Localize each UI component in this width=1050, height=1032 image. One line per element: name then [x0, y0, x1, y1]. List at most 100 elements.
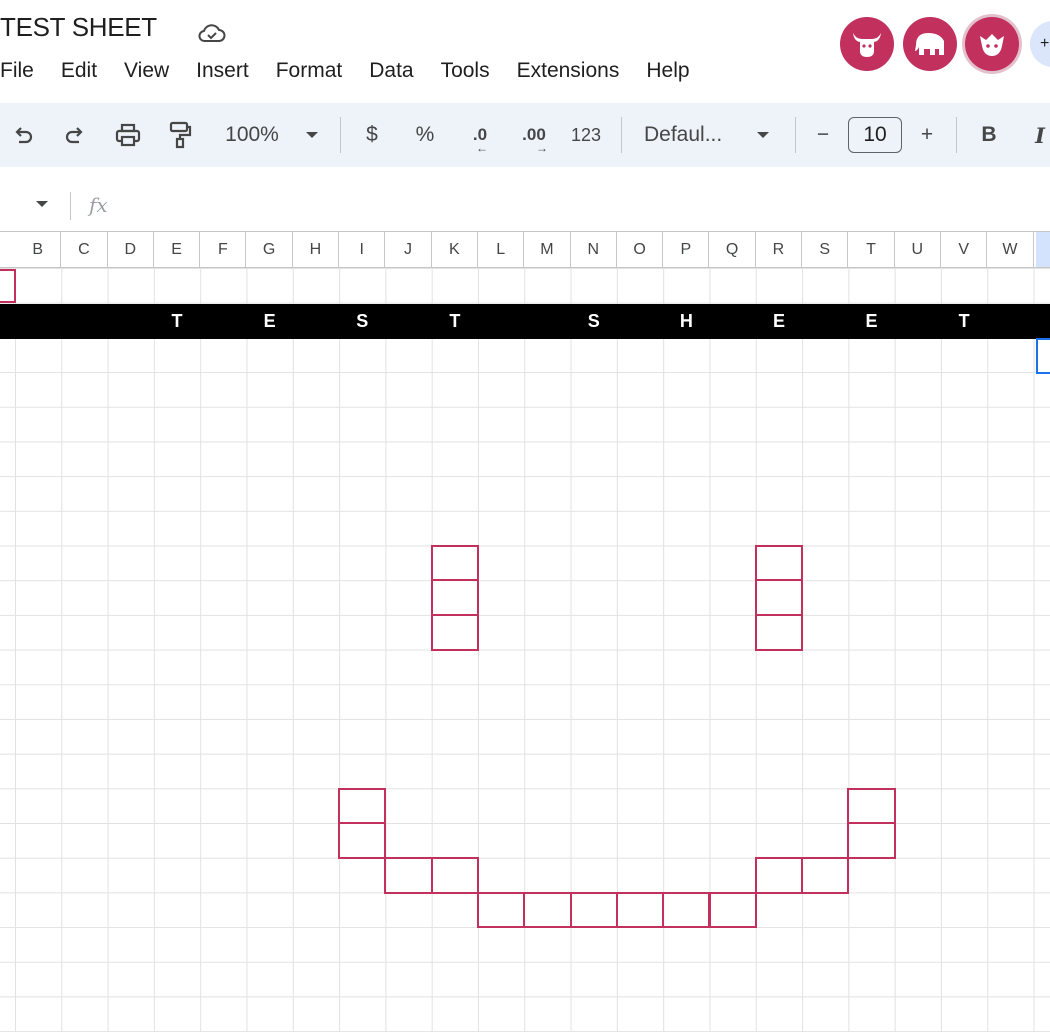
column-header-r[interactable]: R	[756, 232, 803, 267]
arrow-right-icon: →	[536, 141, 548, 155]
menu-tools[interactable]: Tools	[441, 59, 490, 83]
highlighted-cell[interactable]	[0, 269, 16, 303]
menu-help[interactable]: Help	[646, 59, 689, 83]
column-header-o[interactable]: O	[617, 232, 664, 267]
column-header-t[interactable]: T	[848, 232, 895, 267]
banner-letter-cell[interactable]: E	[247, 304, 293, 339]
document-title[interactable]: TEST SHEET	[0, 12, 157, 43]
menu-insert[interactable]: Insert	[196, 59, 249, 83]
menu-view[interactable]: View	[124, 59, 169, 83]
menu-format[interactable]: Format	[276, 59, 343, 83]
column-header-h[interactable]: H	[293, 232, 340, 267]
menu-file[interactable]: File	[0, 59, 34, 83]
arrow-left-icon: ←	[476, 141, 488, 155]
redo-icon[interactable]	[60, 103, 90, 167]
highlighted-cell[interactable]	[523, 891, 572, 929]
highlighted-cell[interactable]	[430, 544, 479, 582]
column-header-b[interactable]: B	[15, 232, 62, 267]
column-header-m[interactable]: M	[524, 232, 571, 267]
increase-decimal-button[interactable]: .00 →	[514, 103, 554, 167]
column-header-i[interactable]: I	[339, 232, 386, 267]
column-header-d[interactable]: D	[108, 232, 154, 267]
number-format-button[interactable]: 123	[566, 103, 606, 167]
highlighted-cell[interactable]	[615, 891, 665, 929]
italic-button[interactable]: I	[1030, 103, 1050, 167]
banner-letter-cell[interactable]: T	[941, 304, 987, 339]
decrease-font-size-button[interactable]: −	[810, 103, 836, 167]
highlighted-cell[interactable]	[847, 787, 896, 825]
toolbar-divider	[956, 117, 957, 153]
column-header-q[interactable]: Q	[710, 232, 756, 267]
menu-bar: File Edit View Insert Format Data Tools Extensi…	[0, 56, 717, 86]
increase-font-size-button[interactable]: +	[914, 103, 940, 167]
column-header-row: BCDEFGHIJKLMNOPQRSTUVW	[0, 231, 1050, 268]
column-header-g[interactable]: G	[247, 232, 293, 267]
highlighted-cell[interactable]	[384, 856, 433, 894]
banner-letter-cell[interactable]: E	[756, 304, 802, 339]
currency-format-button[interactable]: $	[360, 103, 384, 167]
column-header-v[interactable]: V	[941, 232, 988, 267]
column-header-e[interactable]: E	[154, 232, 201, 267]
decrease-decimal-button[interactable]: .0 ←	[462, 103, 498, 167]
menu-extensions[interactable]: Extensions	[517, 59, 620, 83]
banner-letter-cell[interactable]: S	[339, 304, 385, 339]
column-header-k[interactable]: K	[432, 232, 478, 267]
zoom-dropdown-icon[interactable]	[306, 132, 318, 138]
column-header-j[interactable]: J	[385, 232, 432, 267]
undo-icon[interactable]	[8, 103, 38, 167]
more-collaborators-button[interactable]: +	[1030, 21, 1050, 67]
bold-button[interactable]: B	[976, 103, 1002, 167]
column-header-n[interactable]: N	[571, 232, 617, 267]
column-header-w[interactable]: W	[987, 232, 1034, 267]
active-cell-selection[interactable]	[1036, 338, 1050, 374]
name-box-dropdown-icon[interactable]	[36, 201, 48, 207]
font-select[interactable]: Defaul...	[644, 103, 740, 167]
percent-format-button[interactable]: %	[410, 103, 440, 167]
column-header-l[interactable]: L	[478, 232, 525, 267]
print-icon[interactable]	[111, 103, 145, 167]
highlighted-cell[interactable]	[754, 579, 804, 616]
cloud-saved-icon[interactable]	[197, 22, 227, 44]
banner-letter-cell[interactable]: T	[154, 304, 200, 339]
highlighted-cell[interactable]	[754, 856, 804, 894]
highlighted-cell[interactable]	[847, 822, 896, 859]
highlighted-cell[interactable]	[430, 579, 479, 616]
banner-letter-cell[interactable]: S	[571, 304, 617, 339]
title-banner-row[interactable]: TESTSHEET	[0, 304, 1050, 339]
menu-data[interactable]: Data	[369, 59, 413, 83]
highlighted-cell[interactable]	[477, 891, 526, 929]
font-dropdown-icon[interactable]	[757, 132, 769, 138]
highlighted-cell[interactable]	[338, 822, 387, 859]
highlighted-cell[interactable]	[430, 856, 479, 894]
banner-letter-cell[interactable]: E	[848, 304, 894, 339]
column-header-p[interactable]: P	[663, 232, 710, 267]
creature-avatar[interactable]	[965, 17, 1019, 71]
toolbar-divider	[621, 117, 622, 153]
column-header-f[interactable]: F	[200, 232, 247, 267]
fx-icon: fx	[89, 193, 108, 217]
selected-column-header[interactable]	[1036, 232, 1050, 267]
banner-letter-cell[interactable]: H	[663, 304, 709, 339]
zoom-select[interactable]: 100%	[216, 103, 288, 167]
paint-format-icon[interactable]	[163, 103, 197, 167]
toolbar-divider	[340, 117, 341, 153]
column-header-c[interactable]: C	[61, 232, 108, 267]
highlighted-cell[interactable]	[754, 544, 804, 582]
highlighted-cell[interactable]	[662, 891, 711, 929]
toolbar-divider	[795, 117, 796, 153]
menu-edit[interactable]: Edit	[61, 59, 97, 83]
bull-avatar[interactable]	[840, 17, 894, 71]
highlighted-cell[interactable]	[708, 891, 757, 929]
formula-divider	[70, 192, 71, 220]
column-header-s[interactable]: S	[802, 232, 849, 267]
column-header-u[interactable]: U	[895, 232, 941, 267]
formula-bar[interactable]	[0, 182, 1050, 230]
banner-letter-cell[interactable]: T	[432, 304, 478, 339]
highlighted-cell[interactable]	[430, 614, 479, 651]
highlighted-cell[interactable]	[801, 856, 850, 894]
font-size-input[interactable]: 10	[848, 117, 902, 153]
highlighted-cell[interactable]	[338, 787, 387, 825]
highlighted-cell[interactable]	[569, 891, 618, 929]
highlighted-cell[interactable]	[754, 614, 804, 651]
elephant-avatar[interactable]	[903, 17, 957, 71]
